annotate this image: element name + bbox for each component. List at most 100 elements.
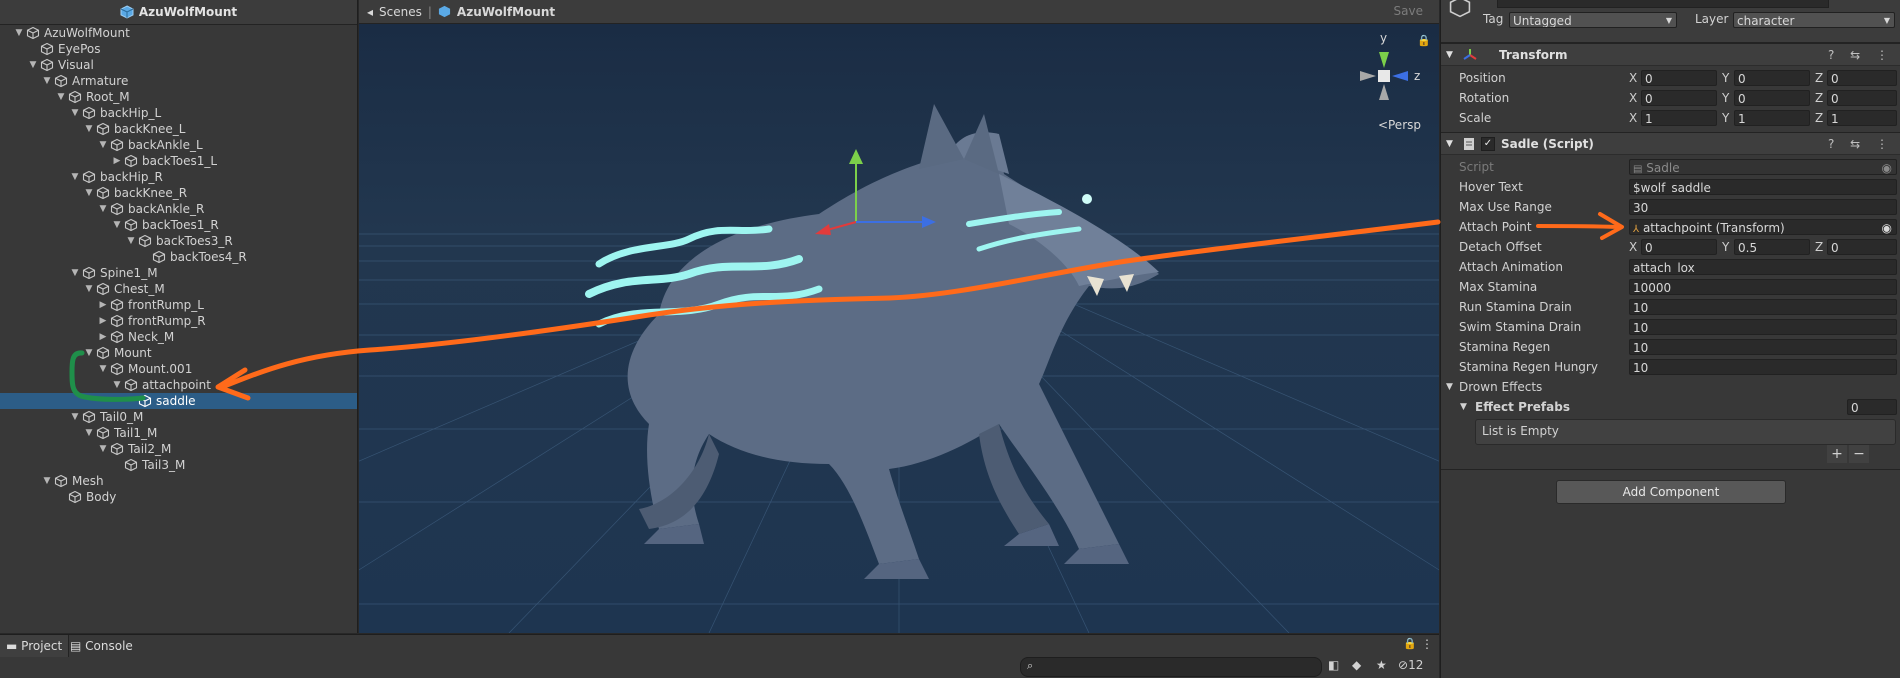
expanded-arrow-icon[interactable]: ▼	[28, 57, 38, 73]
hierarchy-item[interactable]: ▼ backToes3_R	[0, 233, 357, 249]
z-axis-label[interactable]: Z	[1815, 88, 1823, 108]
hierarchy-item[interactable]: ▶ frontRump_L	[0, 297, 357, 313]
hierarchy-item[interactable]: ▶ Neck_M	[0, 329, 357, 345]
foldout-arrow-icon[interactable]: ▼	[1446, 50, 1453, 60]
add-element-button[interactable]: +	[1827, 445, 1847, 463]
scene-breadcrumb[interactable]: AzuWolfMount	[457, 5, 555, 19]
transform-x-field[interactable]: 0	[1641, 70, 1717, 86]
effect-prefabs-row[interactable]: ▼ Effect Prefabs 0	[1441, 397, 1900, 417]
scenes-tab[interactable]: Scenes	[379, 5, 422, 19]
object-picker-icon[interactable]: ◉	[1882, 220, 1892, 234]
attach-point-field[interactable]: ⅄ attachpoint (Transform) ◉	[1629, 219, 1897, 235]
tab-project[interactable]: ▬ Project	[0, 635, 70, 657]
hierarchy-item[interactable]: Tail3_M	[0, 457, 357, 473]
hierarchy-item[interactable]: ▼ backHip_R	[0, 169, 357, 185]
collapsed-arrow-icon[interactable]: ▶	[98, 313, 108, 329]
project-search-input[interactable]: ⌕	[1020, 657, 1322, 677]
hierarchy-item[interactable]: ▼ Visual	[0, 57, 357, 73]
hierarchy-item[interactable]: ▼ Mount.001	[0, 361, 357, 377]
transform-x-field[interactable]: 1	[1641, 110, 1717, 126]
foldout-arrow-icon[interactable]: ▼	[1446, 377, 1453, 397]
collapsed-arrow-icon[interactable]: ▶	[98, 329, 108, 345]
tag-dropdown[interactable]: Untagged ▼	[1509, 12, 1677, 28]
stamina-regen-field[interactable]: 10	[1629, 339, 1897, 355]
collapsed-arrow-icon[interactable]: ▶	[98, 297, 108, 313]
hierarchy-item[interactable]: ▼ Mount	[0, 345, 357, 361]
expanded-arrow-icon[interactable]: ▼	[56, 89, 66, 105]
transform-z-field[interactable]: 0	[1827, 70, 1897, 86]
persp-label[interactable]: <Persp	[1378, 118, 1421, 132]
swim-stamina-drain-field[interactable]: 10	[1629, 319, 1897, 335]
expanded-arrow-icon[interactable]: ▼	[126, 233, 136, 249]
hierarchy-item[interactable]: ▼ backKnee_L	[0, 121, 357, 137]
expanded-arrow-icon[interactable]: ▼	[70, 169, 80, 185]
lock-icon[interactable]: 🔒	[1403, 637, 1417, 650]
hierarchy-item[interactable]: ▼ Spine1_M	[0, 265, 357, 281]
expanded-arrow-icon[interactable]: ▼	[112, 377, 122, 393]
layer-dropdown[interactable]: character ▼	[1733, 12, 1895, 28]
hierarchy-item[interactable]: ▼ backToes1_R	[0, 217, 357, 233]
y-axis-label[interactable]: Y	[1722, 88, 1729, 108]
hidden-packages-icon[interactable]: ⊘12	[1398, 658, 1423, 672]
z-axis-label[interactable]: Z	[1815, 68, 1823, 88]
expanded-arrow-icon[interactable]: ▼	[84, 345, 94, 361]
x-axis-label[interactable]: X	[1629, 108, 1637, 128]
save-button[interactable]: Save	[1388, 3, 1429, 19]
drown-effects-row[interactable]: ▼ Drown Effects	[1441, 377, 1900, 397]
detach-offset-x-field[interactable]: 0	[1641, 239, 1717, 255]
panel-menu-icon[interactable]: ⋮	[1421, 637, 1433, 651]
sadle-script-header[interactable]: ▼ ✓ Sadle (Script) ? ⇆ ⋮	[1441, 132, 1900, 155]
favorite-icon[interactable]: ★	[1376, 658, 1387, 672]
max-use-range-field[interactable]: 30	[1629, 199, 1897, 215]
expanded-arrow-icon[interactable]: ▼	[42, 73, 52, 89]
hierarchy-item[interactable]: ▼ Root_M	[0, 89, 357, 105]
hierarchy-item[interactable]: ▶ frontRump_R	[0, 313, 357, 329]
filter-label-icon[interactable]: ◆	[1352, 658, 1361, 672]
hierarchy-item[interactable]: ▼ Mesh	[0, 473, 357, 489]
z-axis-label[interactable]: Z	[1815, 108, 1823, 128]
attach-animation-field[interactable]: attach_lox	[1629, 259, 1897, 275]
add-component-button[interactable]: Add Component	[1556, 480, 1786, 504]
y-axis-label[interactable]: Y	[1722, 68, 1729, 88]
transform-x-field[interactable]: 0	[1641, 90, 1717, 106]
hierarchy-item[interactable]: backToes4_R	[0, 249, 357, 265]
expanded-arrow-icon[interactable]: ▼	[98, 441, 108, 457]
expanded-arrow-icon[interactable]: ▼	[84, 121, 94, 137]
lock-icon[interactable]: 🔒	[1417, 34, 1431, 47]
enabled-checkbox[interactable]: ✓	[1481, 136, 1495, 151]
expanded-arrow-icon[interactable]: ▼	[42, 473, 52, 489]
hierarchy-item[interactable]: ▼ backAnkle_L	[0, 137, 357, 153]
expanded-arrow-icon[interactable]: ▼	[98, 201, 108, 217]
tab-console[interactable]: ▤ Console	[64, 635, 139, 657]
transform-z-field[interactable]: 0	[1827, 90, 1897, 106]
expanded-arrow-icon[interactable]: ▼	[70, 265, 80, 281]
hierarchy-item[interactable]: ▼ attachpoint	[0, 377, 357, 393]
expanded-arrow-icon[interactable]: ▼	[84, 425, 94, 441]
stamina-regen-hungry-field[interactable]: 10	[1629, 359, 1897, 375]
component-menu-icons[interactable]: ? ⇆ ⋮	[1828, 48, 1894, 62]
transform-y-field[interactable]: 0	[1734, 70, 1810, 86]
y-axis-label[interactable]: Y	[1722, 108, 1729, 128]
hierarchy-item[interactable]: ▼ Tail1_M	[0, 425, 357, 441]
transform-header[interactable]: ▼ Transform ? ⇆ ⋮	[1441, 43, 1900, 66]
expanded-arrow-icon[interactable]: ▼	[98, 137, 108, 153]
hierarchy-item[interactable]: saddle	[0, 393, 357, 409]
foldout-arrow-icon[interactable]: ▼	[1446, 139, 1453, 149]
foldout-arrow-icon[interactable]: ▼	[1460, 397, 1467, 417]
x-axis-label[interactable]: X	[1629, 88, 1637, 108]
hierarchy-item[interactable]: ▼ Tail2_M	[0, 441, 357, 457]
effect-prefabs-count-field[interactable]: 0	[1847, 399, 1897, 415]
hierarchy-item[interactable]: ▼ backHip_L	[0, 105, 357, 121]
expanded-arrow-icon[interactable]: ▼	[112, 217, 122, 233]
hierarchy-item[interactable]: ▼ Armature	[0, 73, 357, 89]
expanded-arrow-icon[interactable]: ▼	[98, 361, 108, 377]
transform-z-field[interactable]: 1	[1827, 110, 1897, 126]
detach-offset-y-field[interactable]: 0.5	[1734, 239, 1810, 255]
component-menu-icons[interactable]: ? ⇆ ⋮	[1828, 137, 1894, 151]
hierarchy-item[interactable]: ▼ backKnee_R	[0, 185, 357, 201]
transform-y-field[interactable]: 0	[1734, 90, 1810, 106]
run-stamina-drain-field[interactable]: 10	[1629, 299, 1897, 315]
hierarchy-item[interactable]: EyePos	[0, 41, 357, 57]
expanded-arrow-icon[interactable]: ▼	[14, 25, 24, 41]
expanded-arrow-icon[interactable]: ▼	[70, 409, 80, 425]
